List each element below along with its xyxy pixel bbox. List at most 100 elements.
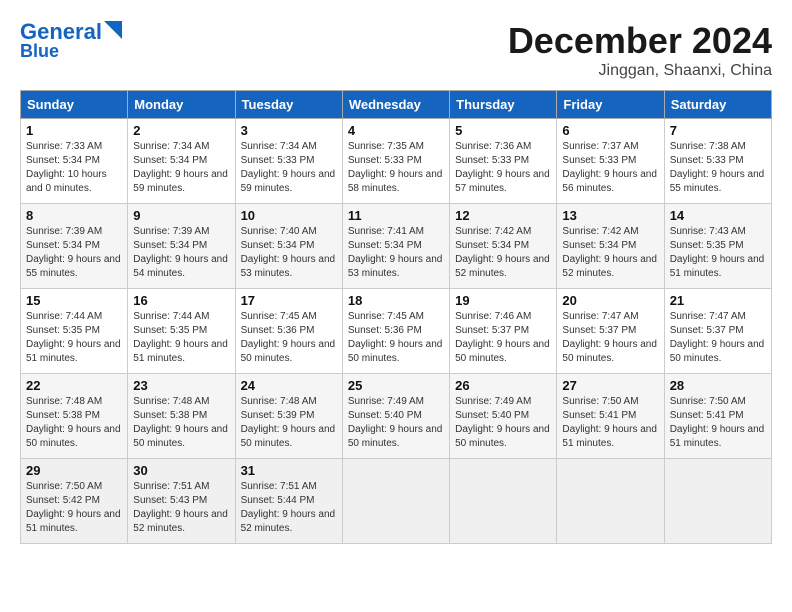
day-number: 31 <box>241 463 337 478</box>
table-row: 30 Sunrise: 7:51 AMSunset: 5:43 PMDaylig… <box>128 459 235 544</box>
table-row: 4 Sunrise: 7:35 AMSunset: 5:33 PMDayligh… <box>342 119 449 204</box>
month-title: December 2024 <box>508 20 772 62</box>
day-info: Sunrise: 7:35 AMSunset: 5:33 PMDaylight:… <box>348 141 443 194</box>
day-number: 13 <box>562 208 658 223</box>
day-number: 24 <box>241 378 337 393</box>
day-number: 2 <box>133 123 229 138</box>
table-row: 21 Sunrise: 7:47 AMSunset: 5:37 PMDaylig… <box>664 289 771 374</box>
table-row: 1 Sunrise: 7:33 AMSunset: 5:34 PMDayligh… <box>21 119 128 204</box>
day-number: 12 <box>455 208 551 223</box>
day-number: 15 <box>26 293 122 308</box>
day-number: 1 <box>26 123 122 138</box>
day-info: Sunrise: 7:50 AMSunset: 5:41 PMDaylight:… <box>670 396 765 449</box>
table-row: 22 Sunrise: 7:48 AMSunset: 5:38 PMDaylig… <box>21 374 128 459</box>
table-row: 15 Sunrise: 7:44 AMSunset: 5:35 PMDaylig… <box>21 289 128 374</box>
table-row: 18 Sunrise: 7:45 AMSunset: 5:36 PMDaylig… <box>342 289 449 374</box>
table-row <box>557 459 664 544</box>
day-info: Sunrise: 7:33 AMSunset: 5:34 PMDaylight:… <box>26 141 107 194</box>
day-info: Sunrise: 7:44 AMSunset: 5:35 PMDaylight:… <box>133 311 228 364</box>
table-row: 11 Sunrise: 7:41 AMSunset: 5:34 PMDaylig… <box>342 204 449 289</box>
day-info: Sunrise: 7:41 AMSunset: 5:34 PMDaylight:… <box>348 226 443 279</box>
day-info: Sunrise: 7:38 AMSunset: 5:33 PMDaylight:… <box>670 141 765 194</box>
day-info: Sunrise: 7:47 AMSunset: 5:37 PMDaylight:… <box>670 311 765 364</box>
day-info: Sunrise: 7:43 AMSunset: 5:35 PMDaylight:… <box>670 226 765 279</box>
table-row: 20 Sunrise: 7:47 AMSunset: 5:37 PMDaylig… <box>557 289 664 374</box>
table-row: 6 Sunrise: 7:37 AMSunset: 5:33 PMDayligh… <box>557 119 664 204</box>
table-row <box>342 459 449 544</box>
calendar-table: Sunday Monday Tuesday Wednesday Thursday… <box>20 90 772 544</box>
day-number: 17 <box>241 293 337 308</box>
day-number: 3 <box>241 123 337 138</box>
table-row: 24 Sunrise: 7:48 AMSunset: 5:39 PMDaylig… <box>235 374 342 459</box>
col-sunday: Sunday <box>21 91 128 119</box>
table-row: 8 Sunrise: 7:39 AMSunset: 5:34 PMDayligh… <box>21 204 128 289</box>
day-number: 14 <box>670 208 766 223</box>
logo-blue-text: Blue <box>20 42 59 62</box>
day-info: Sunrise: 7:45 AMSunset: 5:36 PMDaylight:… <box>241 311 336 364</box>
table-row: 7 Sunrise: 7:38 AMSunset: 5:33 PMDayligh… <box>664 119 771 204</box>
table-row: 17 Sunrise: 7:45 AMSunset: 5:36 PMDaylig… <box>235 289 342 374</box>
day-info: Sunrise: 7:42 AMSunset: 5:34 PMDaylight:… <box>455 226 550 279</box>
day-number: 16 <box>133 293 229 308</box>
table-row: 9 Sunrise: 7:39 AMSunset: 5:34 PMDayligh… <box>128 204 235 289</box>
day-number: 29 <box>26 463 122 478</box>
day-number: 7 <box>670 123 766 138</box>
page-header: General Blue December 2024 Jinggan, Shaa… <box>20 20 772 80</box>
table-row: 29 Sunrise: 7:50 AMSunset: 5:42 PMDaylig… <box>21 459 128 544</box>
table-row: 13 Sunrise: 7:42 AMSunset: 5:34 PMDaylig… <box>557 204 664 289</box>
col-monday: Monday <box>128 91 235 119</box>
day-info: Sunrise: 7:51 AMSunset: 5:44 PMDaylight:… <box>241 481 336 534</box>
day-info: Sunrise: 7:49 AMSunset: 5:40 PMDaylight:… <box>348 396 443 449</box>
day-info: Sunrise: 7:39 AMSunset: 5:34 PMDaylight:… <box>26 226 121 279</box>
day-number: 23 <box>133 378 229 393</box>
day-info: Sunrise: 7:47 AMSunset: 5:37 PMDaylight:… <box>562 311 657 364</box>
day-number: 6 <box>562 123 658 138</box>
table-row: 2 Sunrise: 7:34 AMSunset: 5:34 PMDayligh… <box>128 119 235 204</box>
table-row: 5 Sunrise: 7:36 AMSunset: 5:33 PMDayligh… <box>450 119 557 204</box>
col-thursday: Thursday <box>450 91 557 119</box>
title-area: December 2024 Jinggan, Shaanxi, China <box>508 20 772 80</box>
day-info: Sunrise: 7:48 AMSunset: 5:38 PMDaylight:… <box>133 396 228 449</box>
day-info: Sunrise: 7:51 AMSunset: 5:43 PMDaylight:… <box>133 481 228 534</box>
table-row: 3 Sunrise: 7:34 AMSunset: 5:33 PMDayligh… <box>235 119 342 204</box>
table-row: 27 Sunrise: 7:50 AMSunset: 5:41 PMDaylig… <box>557 374 664 459</box>
day-number: 21 <box>670 293 766 308</box>
day-number: 19 <box>455 293 551 308</box>
table-row: 25 Sunrise: 7:49 AMSunset: 5:40 PMDaylig… <box>342 374 449 459</box>
day-info: Sunrise: 7:50 AMSunset: 5:41 PMDaylight:… <box>562 396 657 449</box>
day-info: Sunrise: 7:37 AMSunset: 5:33 PMDaylight:… <box>562 141 657 194</box>
col-wednesday: Wednesday <box>342 91 449 119</box>
table-row: 10 Sunrise: 7:40 AMSunset: 5:34 PMDaylig… <box>235 204 342 289</box>
day-number: 18 <box>348 293 444 308</box>
day-number: 22 <box>26 378 122 393</box>
col-tuesday: Tuesday <box>235 91 342 119</box>
day-number: 8 <box>26 208 122 223</box>
table-row: 12 Sunrise: 7:42 AMSunset: 5:34 PMDaylig… <box>450 204 557 289</box>
day-number: 10 <box>241 208 337 223</box>
day-info: Sunrise: 7:46 AMSunset: 5:37 PMDaylight:… <box>455 311 550 364</box>
day-info: Sunrise: 7:40 AMSunset: 5:34 PMDaylight:… <box>241 226 336 279</box>
day-number: 28 <box>670 378 766 393</box>
table-row: 28 Sunrise: 7:50 AMSunset: 5:41 PMDaylig… <box>664 374 771 459</box>
table-row: 26 Sunrise: 7:49 AMSunset: 5:40 PMDaylig… <box>450 374 557 459</box>
day-info: Sunrise: 7:42 AMSunset: 5:34 PMDaylight:… <box>562 226 657 279</box>
table-row: 31 Sunrise: 7:51 AMSunset: 5:44 PMDaylig… <box>235 459 342 544</box>
table-row: 19 Sunrise: 7:46 AMSunset: 5:37 PMDaylig… <box>450 289 557 374</box>
day-number: 27 <box>562 378 658 393</box>
day-number: 20 <box>562 293 658 308</box>
day-number: 5 <box>455 123 551 138</box>
day-number: 30 <box>133 463 229 478</box>
day-number: 25 <box>348 378 444 393</box>
day-number: 9 <box>133 208 229 223</box>
day-number: 26 <box>455 378 551 393</box>
table-row <box>664 459 771 544</box>
logo: General Blue <box>20 20 122 62</box>
day-number: 4 <box>348 123 444 138</box>
day-info: Sunrise: 7:45 AMSunset: 5:36 PMDaylight:… <box>348 311 443 364</box>
day-info: Sunrise: 7:50 AMSunset: 5:42 PMDaylight:… <box>26 481 121 534</box>
day-info: Sunrise: 7:48 AMSunset: 5:39 PMDaylight:… <box>241 396 336 449</box>
table-row: 23 Sunrise: 7:48 AMSunset: 5:38 PMDaylig… <box>128 374 235 459</box>
day-number: 11 <box>348 208 444 223</box>
calendar-header-row: Sunday Monday Tuesday Wednesday Thursday… <box>21 91 772 119</box>
location: Jinggan, Shaanxi, China <box>508 62 772 80</box>
